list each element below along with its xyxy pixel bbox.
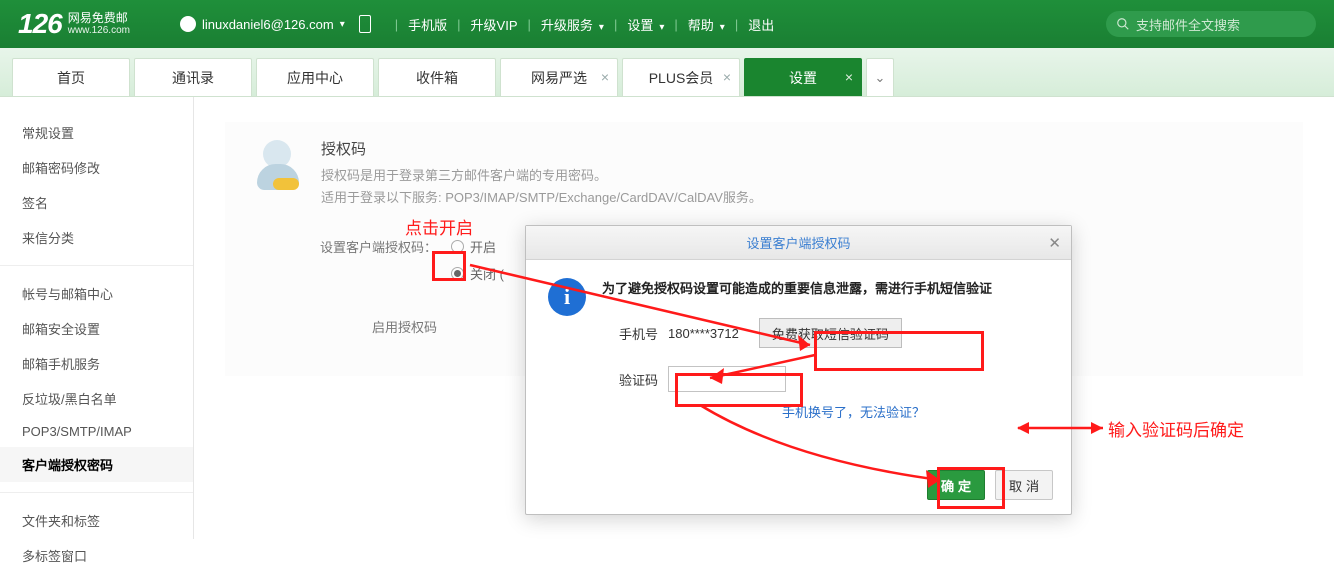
tab-6[interactable]: 设置 ×	[744, 58, 862, 96]
tab-label: 首页	[57, 68, 85, 88]
enable-authcode-label: 启用授权码	[307, 317, 437, 336]
dialog-titlebar: 设置客户端授权码 ✕	[526, 226, 1071, 260]
close-icon[interactable]: ×	[601, 69, 609, 85]
tab-4[interactable]: 网易严选 ×	[500, 58, 618, 96]
tab-0[interactable]: 首页	[12, 58, 130, 96]
topmenu-settings[interactable]: 设置▾	[627, 15, 664, 34]
brand-sub: 网易免费邮 www.126.com	[68, 12, 130, 36]
code-label: 验证码	[602, 370, 658, 389]
brand-logo: 126	[18, 8, 62, 40]
tab-2[interactable]: 应用中心	[256, 58, 374, 96]
sidebar-item-3[interactable]: 来信分类	[0, 220, 193, 255]
sidebar-item-1[interactable]: 邮箱密码修改	[0, 150, 193, 185]
tab-label: 设置	[789, 68, 817, 88]
code-input[interactable]	[668, 366, 786, 392]
sidebar-divider	[0, 265, 193, 266]
sidebar-divider	[0, 492, 193, 493]
sidebar-item-0[interactable]: 常规设置	[0, 115, 193, 150]
cancel-button[interactable]: 取 消	[995, 470, 1053, 500]
tab-label: 网易严选	[531, 68, 587, 88]
tab-label: 通讯录	[172, 68, 214, 88]
settings-sidebar: 常规设置邮箱密码修改签名来信分类帐号与邮箱中心邮箱安全设置邮箱手机服务反垃圾/黑…	[0, 97, 194, 539]
topmenu-vip[interactable]: 升级VIP	[471, 15, 518, 34]
topmenu-logout[interactable]: 退出	[748, 15, 774, 34]
close-icon[interactable]: ×	[723, 69, 731, 85]
search-box[interactable]: 支持邮件全文搜索	[1106, 11, 1316, 37]
sidebar-item-2[interactable]: 签名	[0, 185, 193, 220]
radio-close[interactable]	[451, 267, 464, 280]
get-sms-button[interactable]: 免费获取短信验证码	[759, 318, 902, 348]
phone-changed-link[interactable]: 手机换号了，无法验证？	[782, 402, 925, 421]
sidebar-item-4[interactable]: 帐号与邮箱中心	[0, 276, 193, 311]
sidebar-item-5[interactable]: 邮箱安全设置	[0, 311, 193, 346]
tab-more-button[interactable]: ⌄	[866, 58, 894, 96]
tab-5[interactable]: PLUS会员 ×	[622, 58, 740, 96]
ok-button[interactable]: 确 定	[927, 470, 985, 500]
topmenu-help[interactable]: 帮助▾	[688, 15, 725, 34]
topmenu-mobile[interactable]: 手机版	[408, 15, 447, 34]
dialog-title: 设置客户端授权码	[746, 233, 850, 252]
radio-open[interactable]	[451, 240, 464, 253]
chevron-down-icon: ▾	[340, 19, 345, 30]
sidebar-item-11[interactable]: 多标签窗口	[0, 538, 193, 573]
account-menu[interactable]: linuxdaniel6@126.com ▾	[180, 16, 345, 32]
topmenu-upgrade[interactable]: 升级服务▾	[541, 15, 604, 34]
tab-label: 应用中心	[287, 68, 343, 88]
panel-desc: 授权码是用于登录第三方邮件客户端的专用密码。 适用于登录以下服务: POP3/I…	[321, 165, 762, 209]
account-email: linuxdaniel6@126.com	[202, 17, 334, 32]
top-menu: |手机版 |升级VIP |升级服务▾ |设置▾ |帮助▾ |退出	[385, 15, 774, 34]
search-icon	[1116, 17, 1130, 31]
radio-close-label: 关闭 (	[470, 264, 504, 283]
panel-title: 授权码	[321, 138, 762, 159]
avatar-icon	[180, 16, 196, 32]
sidebar-item-8[interactable]: POP3/SMTP/IMAP	[0, 416, 193, 447]
tab-label: 收件箱	[416, 68, 458, 88]
phone-value: 180****3712	[668, 326, 739, 341]
tab-strip: 首页 通讯录 应用中心 收件箱 网易严选 × PLUS会员 × 设置 × ⌄	[0, 48, 1334, 97]
close-icon[interactable]: ×	[845, 69, 853, 85]
sidebar-item-6[interactable]: 邮箱手机服务	[0, 346, 193, 381]
info-icon: i	[548, 278, 586, 316]
sms-verify-dialog: 设置客户端授权码 ✕ i 为了避免授权码设置可能造成的重要信息泄露，需进行手机短…	[525, 225, 1072, 515]
phone-icon[interactable]	[359, 15, 371, 33]
phone-label: 手机号	[602, 324, 658, 343]
sidebar-item-7[interactable]: 反垃圾/黑白名单	[0, 381, 193, 416]
tab-label: PLUS会员	[649, 68, 714, 88]
set-authcode-label: 设置客户端授权码：	[307, 237, 437, 256]
tab-3[interactable]: 收件箱	[378, 58, 496, 96]
sidebar-item-9[interactable]: 客户端授权密码	[0, 447, 193, 482]
top-bar: 126 网易免费邮 www.126.com linuxdaniel6@126.c…	[0, 0, 1334, 48]
dialog-message: 为了避免授权码设置可能造成的重要信息泄露，需进行手机短信验证	[602, 278, 1049, 300]
tab-1[interactable]: 通讯录	[134, 58, 252, 96]
radio-open-label: 开启	[470, 237, 496, 256]
user-key-icon	[251, 138, 307, 194]
sidebar-item-10[interactable]: 文件夹和标签	[0, 503, 193, 538]
close-icon[interactable]: ✕	[1048, 234, 1061, 252]
search-placeholder: 支持邮件全文搜索	[1136, 15, 1240, 34]
